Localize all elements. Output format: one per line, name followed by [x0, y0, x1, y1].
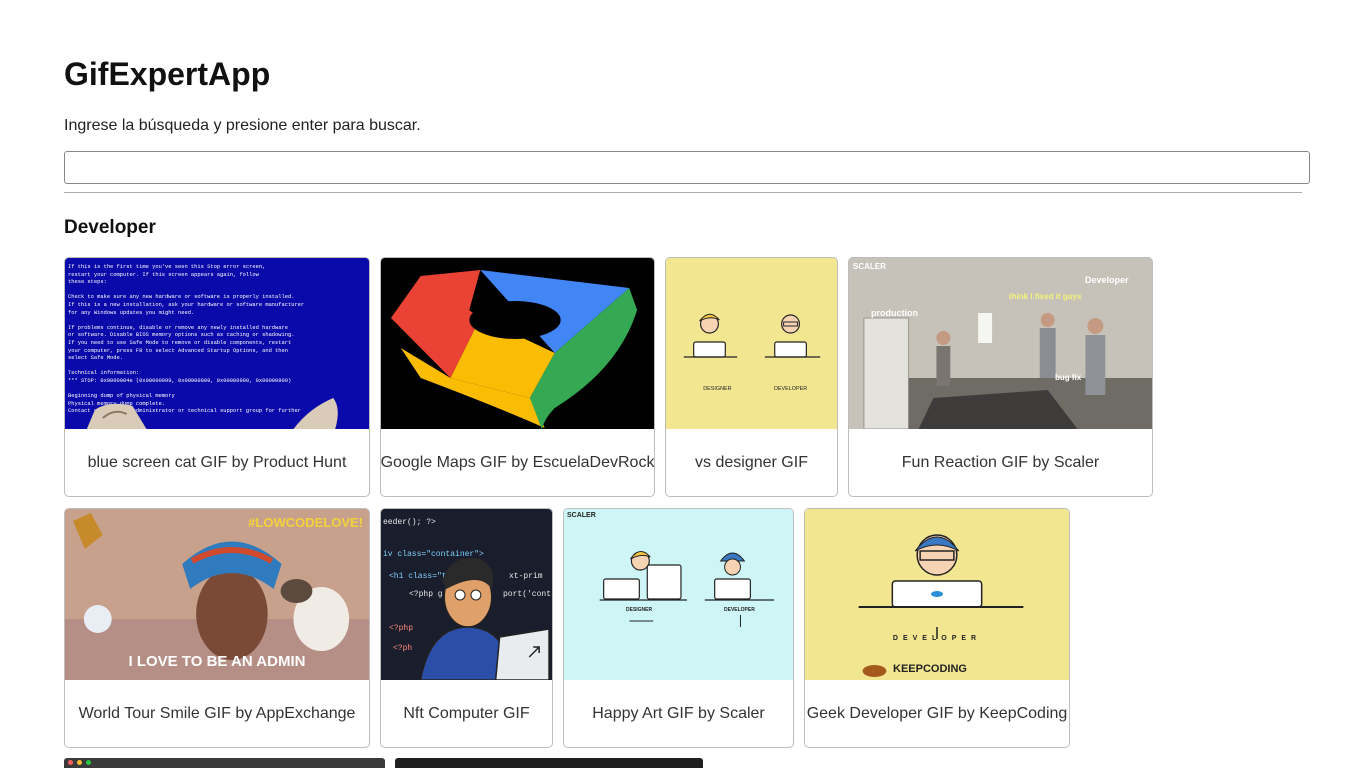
- maps-pin-icon: [390, 270, 638, 429]
- developer-label: DEVELOPER: [774, 386, 807, 392]
- lowcode-hashtag: #LOWCODELOVE!: [248, 515, 363, 530]
- gif-card-partial-2[interactable]: [395, 758, 703, 768]
- gif-card-world-tour-smile[interactable]: #LOWCODELOVE! I LOVE TO BE AN ADMIN Worl…: [64, 508, 370, 748]
- gif-caption: Happy Art GIF by Scaler: [592, 704, 765, 722]
- app-title: GifExpertApp: [64, 56, 271, 92]
- gif-card-happy-art[interactable]: SCALER DESIGNER DEVELOPER Happy Art GIF …: [563, 508, 794, 748]
- designer-developer-illustration: DESIGNER DEVELOPER: [683, 313, 821, 392]
- gif-caption: blue screen cat GIF by Product Hunt: [87, 453, 347, 471]
- gif-caption: Geek Developer GIF by KeepCoding: [806, 704, 1068, 722]
- meme-label-fixed: think I fixed it guys: [1009, 292, 1082, 301]
- gif-caption: vs designer GIF: [695, 453, 808, 471]
- developer-label: DEVELOPER: [724, 607, 755, 613]
- designer-developer-illustration: [599, 551, 775, 627]
- gif-card-fun-reaction[interactable]: SCALER Developer think I fixed it guys p…: [848, 257, 1153, 497]
- keepcoding-logo-text: KEEPCODING: [893, 663, 967, 675]
- scaler-watermark: SCALER: [567, 512, 596, 519]
- scaler-watermark: SCALER: [853, 262, 886, 271]
- gif-image-happy-art: SCALER DESIGNER DEVELOPER: [564, 509, 793, 680]
- gif-image-nft-computer: eeder(); ?> iv class="container"> <h1 cl…: [381, 509, 552, 680]
- gif-caption: Fun Reaction GIF by Scaler: [901, 453, 1100, 471]
- category-title: Developer: [64, 217, 156, 238]
- gif-image-vs-designer: DESIGNER DEVELOPER: [666, 258, 837, 429]
- gif-image-geek-developer: DEVELOPER KEEPCODING: [805, 509, 1069, 680]
- designer-label: DESIGNER: [703, 386, 731, 392]
- meme-label-production: production: [871, 308, 918, 318]
- search-instruction: Ingrese la búsqueda y presione enter par…: [64, 117, 421, 134]
- gif-image-google-maps: [381, 258, 654, 429]
- gif-caption: World Tour Smile GIF by AppExchange: [78, 704, 356, 722]
- gif-image-bsod: If this is the first time you've seen th…: [65, 258, 369, 429]
- admin-caption-text: I LOVE TO BE AN ADMIN: [128, 653, 306, 670]
- cat-paws: [86, 398, 338, 429]
- gif-card-google-maps[interactable]: Google Maps GIF by EscuelaDevRock: [380, 257, 655, 497]
- divider: [64, 192, 1302, 193]
- gif-image-fun-reaction: SCALER Developer think I fixed it guys p…: [849, 258, 1152, 429]
- search-input[interactable]: [64, 151, 1310, 184]
- gif-caption: Nft Computer GIF: [403, 704, 530, 722]
- gif-card-vs-designer[interactable]: DESIGNER DEVELOPER vs designer GIF: [665, 257, 838, 497]
- programmer-illustration: [419, 557, 550, 680]
- meme-label-developer: Developer: [1085, 275, 1129, 285]
- developer-illustration: [858, 534, 1024, 677]
- gif-card-nft-computer[interactable]: eeder(); ?> iv class="container"> <h1 cl…: [380, 508, 553, 748]
- gif-card-partial-1[interactable]: [64, 758, 385, 768]
- gif-image-world-tour: #LOWCODELOVE! I LOVE TO BE AN ADMIN: [65, 509, 369, 680]
- designer-label: DESIGNER: [626, 607, 653, 613]
- developer-label: DEVELOPER: [892, 635, 982, 642]
- gif-card-blue-screen-cat[interactable]: If this is the first time you've seen th…: [64, 257, 370, 497]
- gif-card-geek-developer[interactable]: DEVELOPER KEEPCODING Geek Developer GIF …: [804, 508, 1070, 748]
- meme-label-bugfix: bug fix: [1055, 373, 1082, 382]
- gif-caption: Google Maps GIF by EscuelaDevRock: [380, 453, 655, 471]
